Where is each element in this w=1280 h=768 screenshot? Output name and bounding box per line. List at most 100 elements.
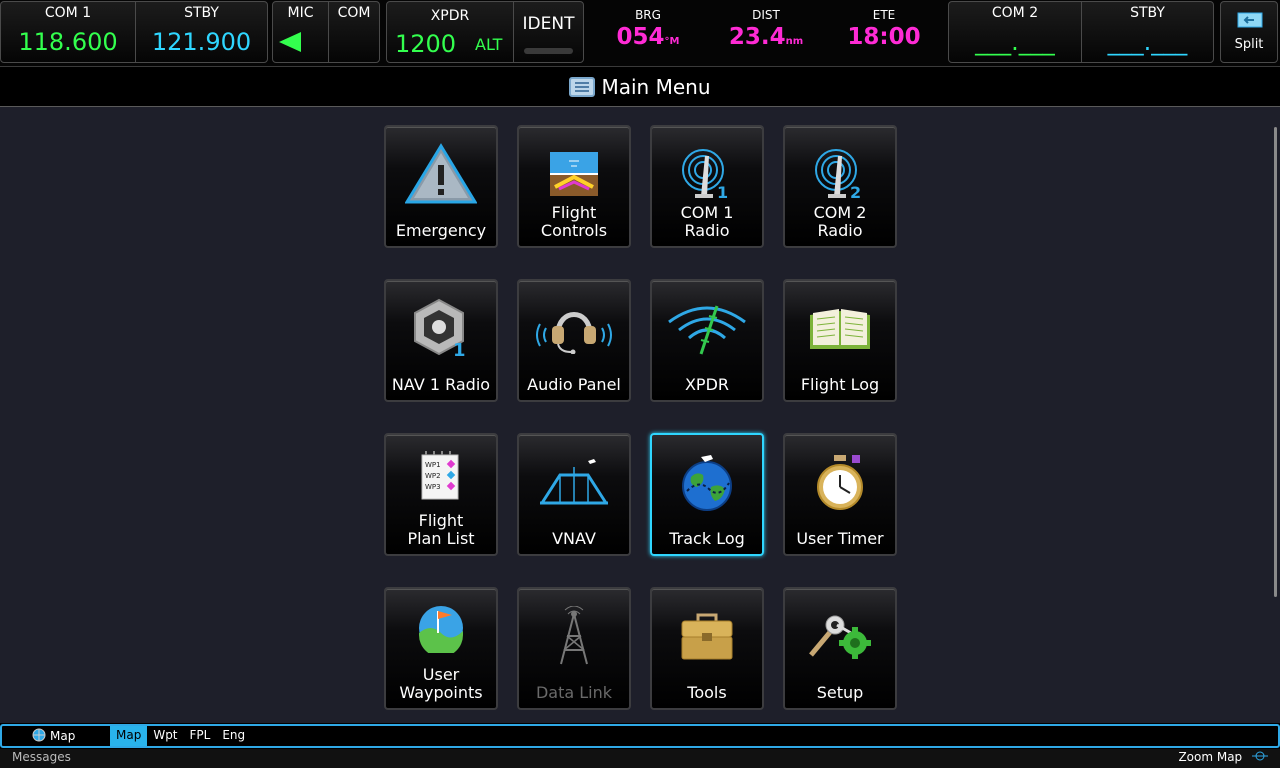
com-button[interactable]: COM (328, 2, 379, 62)
tile-label: Emergency (395, 221, 487, 240)
bearing-field: BRG 054°M (603, 8, 693, 50)
tile-label: Flight Plan List (407, 511, 475, 548)
svg-text:WP1: WP1 (425, 461, 441, 469)
com1-stby-label: STBY (184, 5, 219, 21)
com2-active[interactable]: COM 2 ___.___ (949, 2, 1081, 62)
transponder-icon (652, 297, 762, 359)
tab-fpl[interactable]: FPL (184, 726, 217, 746)
page-title: Main Menu (601, 75, 711, 99)
logbook-icon (785, 297, 895, 359)
tile-label: VNAV (552, 529, 596, 548)
com2-standby[interactable]: STBY ___.___ (1081, 2, 1213, 62)
vnav-button[interactable]: VNAV (517, 433, 631, 556)
xpdr-label: XPDR (430, 8, 470, 24)
main-menu-area: Emergency Flight Controls 1 COM 1 Radio … (0, 107, 1280, 723)
dist-unit: nm (785, 36, 804, 47)
main-menu-icon (569, 77, 596, 97)
xpdr-button[interactable]: XPDR (650, 279, 764, 402)
setup-button[interactable]: Setup (783, 587, 897, 710)
pane-tabs: Map Wpt FPL Eng (110, 726, 251, 746)
tile-label: Flight Log (800, 375, 880, 394)
tab-map[interactable]: Map (110, 726, 148, 746)
com2-radio-button[interactable]: 2 COM 2 Radio (783, 125, 897, 248)
tile-label: Setup (816, 683, 864, 702)
setup-gear-icon (785, 605, 895, 667)
dist-label: DIST (752, 8, 780, 22)
pane-map-label[interactable]: Map (32, 728, 75, 743)
brg-label: BRG (635, 8, 661, 22)
audio-panel-button[interactable]: Audio Panel (517, 279, 631, 402)
tile-label: XPDR (684, 375, 730, 394)
svg-text:1: 1 (453, 340, 466, 358)
tile-label: Audio Panel (527, 375, 621, 394)
brg-unit: °M (664, 36, 680, 47)
com1-radio-button[interactable]: 1 COM 1 Radio (650, 125, 764, 248)
com2-standby-frequency: ___.___ (1107, 28, 1188, 56)
scrollbar[interactable] (1274, 127, 1277, 597)
ident-indicator (524, 48, 573, 54)
transponder-box[interactable]: XPDR 1200 ALT IDENT (386, 1, 584, 63)
svg-text:WP2: WP2 (425, 472, 441, 480)
com1-frequency-box[interactable]: COM 1 118.600 STBY 121.900 (0, 1, 268, 63)
tile-label: Tools (687, 683, 727, 702)
split-screen-icon (1237, 12, 1263, 32)
com2-label: COM 2 (991, 5, 1039, 21)
tab-eng[interactable]: Eng (216, 726, 251, 746)
com1-active-frequency: 118.600 (18, 28, 118, 56)
nav-radio-icon: 1 (386, 297, 496, 359)
track-log-button[interactable]: Track Log (650, 433, 764, 556)
radio-1-icon: 1 (652, 143, 762, 205)
com1-label: COM 1 (44, 5, 92, 21)
tile-label: User Waypoints (399, 665, 483, 702)
globe-icon (32, 728, 46, 742)
tile-label: COM 1 Radio (680, 203, 734, 240)
data-link-button: Data Link (517, 587, 631, 710)
mic-button[interactable]: MIC (273, 2, 328, 62)
toolbox-icon (652, 605, 762, 667)
flight-log-button[interactable]: Flight Log (783, 279, 897, 402)
mic-active-arrow-icon (277, 30, 303, 58)
flight-plan-list-button[interactable]: WP1 WP2 WP3 Flight Plan List (384, 433, 498, 556)
pane-selector-bar: Map Map Wpt FPL Eng (0, 724, 1280, 748)
emergency-button[interactable]: Emergency (384, 125, 498, 248)
nav1-radio-button[interactable]: 1 NAV 1 Radio (384, 279, 498, 402)
pane-label: Map (50, 729, 76, 743)
com2-frequency-box[interactable]: COM 2 ___.___ STBY ___.___ (948, 1, 1214, 63)
xpdr-mode: ALT (475, 35, 503, 54)
bottom-bar: Map Map Wpt FPL Eng Messages Zoom Map (0, 723, 1280, 768)
tile-label: COM 2 Radio (813, 203, 867, 240)
ete-value: 18:00 (847, 24, 921, 50)
title-bar: Main Menu (0, 66, 1280, 107)
audio-select-box[interactable]: MIC COM (272, 1, 380, 63)
svg-text:2: 2 (850, 183, 861, 200)
split-label: Split (1234, 37, 1264, 52)
tools-button[interactable]: Tools (650, 587, 764, 710)
zoom-map-hint[interactable]: Zoom Map (1178, 750, 1268, 764)
stopwatch-icon (785, 451, 895, 513)
split-button[interactable]: Split (1220, 1, 1278, 63)
xpdr-code: 1200 (395, 30, 457, 58)
xpdr-code-cell[interactable]: XPDR 1200 ALT (387, 2, 513, 62)
tile-label: NAV 1 Radio (391, 375, 491, 394)
mic-label: MIC (287, 5, 314, 21)
ident-button[interactable]: IDENT (513, 2, 583, 62)
top-status-bar: COM 1 118.600 STBY 121.900 MIC COM XPDR … (0, 0, 1280, 66)
flight-plan-list-icon: WP1 WP2 WP3 (386, 445, 496, 507)
messages-label[interactable]: Messages (12, 750, 71, 764)
user-waypoints-button[interactable]: User Waypoints (384, 587, 498, 710)
vnav-profile-icon (519, 451, 629, 513)
tile-label: Flight Controls (540, 203, 608, 240)
com1-standby[interactable]: STBY 121.900 (135, 2, 267, 62)
com2-active-frequency: ___.___ (975, 28, 1055, 56)
distance-field: DIST 23.4nm (721, 8, 811, 50)
com2-stby-label: STBY (1130, 5, 1165, 21)
com1-active[interactable]: COM 1 118.600 (1, 2, 135, 62)
com1-standby-frequency: 121.900 (151, 28, 252, 56)
user-timer-button[interactable]: User Timer (783, 433, 897, 556)
zoom-label: Zoom Map (1178, 750, 1243, 764)
tab-wpt[interactable]: Wpt (147, 726, 183, 746)
headset-icon (519, 297, 629, 359)
svg-text:1: 1 (717, 183, 728, 200)
datalink-tower-icon (519, 605, 629, 667)
flight-controls-button[interactable]: Flight Controls (517, 125, 631, 248)
